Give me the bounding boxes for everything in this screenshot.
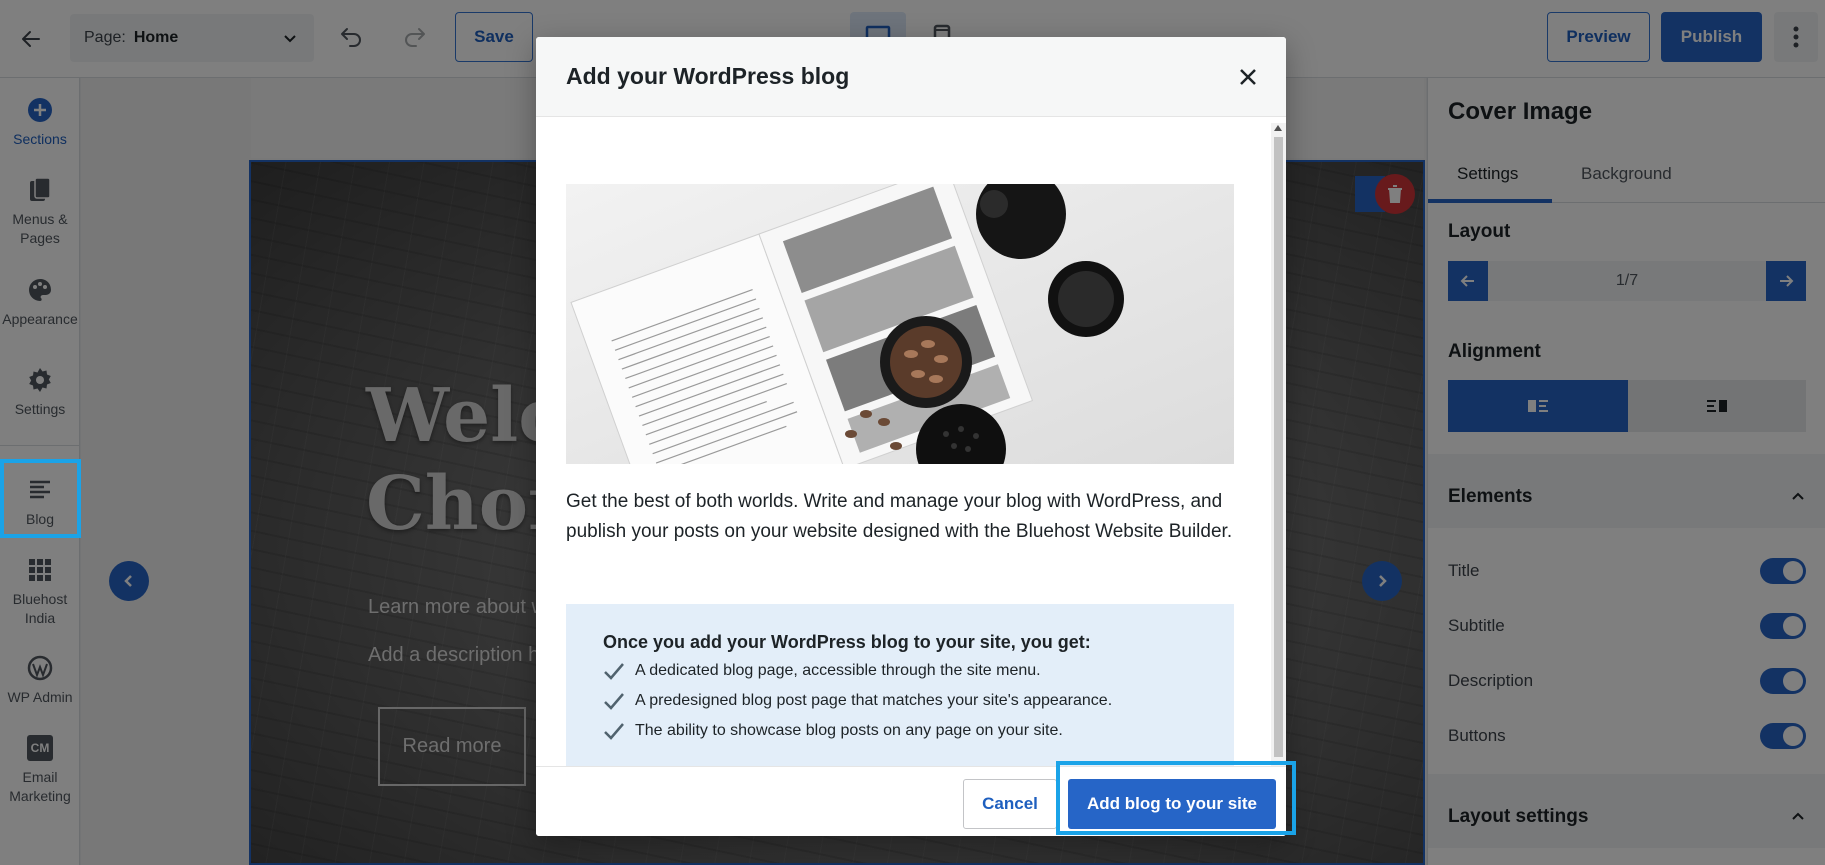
scrollbar-thumb[interactable]: [1274, 137, 1283, 757]
checkmark-icon: [604, 693, 624, 710]
benefit-item: A predesigned blog post page that matche…: [603, 691, 1112, 711]
dialog-title: Add your WordPress blog: [566, 63, 850, 89]
book-and-bowls-illustration: [566, 184, 1234, 464]
dialog-body: Get the best of both worlds. Write and m…: [536, 117, 1272, 803]
checkmark-icon: [604, 723, 624, 740]
close-icon: [1240, 69, 1256, 85]
add-blog-dialog: Add your WordPress blog Get the best of …: [536, 37, 1286, 836]
benefits-title: Once you add your WordPress blog to your…: [603, 632, 1091, 652]
scroll-up-arrow[interactable]: [1274, 125, 1282, 131]
close-dialog-button[interactable]: [1234, 63, 1262, 91]
benefit-text: The ability to showcase blog posts on an…: [635, 722, 1063, 739]
add-blog-highlight-frame: [1056, 761, 1296, 835]
cancel-button[interactable]: Cancel: [963, 779, 1057, 829]
benefit-text: A predesigned blog post page that matche…: [635, 692, 1113, 709]
benefit-text: A dedicated blog page, accessible throug…: [635, 662, 1041, 679]
checkmark-icon: [604, 663, 624, 680]
dialog-intro-text: Get the best of both worlds. Write and m…: [566, 491, 1233, 542]
benefit-item: A dedicated blog page, accessible throug…: [603, 661, 1041, 681]
blog-illustration-image: [566, 184, 1234, 464]
dialog-header: Add your WordPress blog: [536, 37, 1286, 117]
benefit-item: The ability to showcase blog posts on an…: [603, 721, 1063, 741]
blog-highlight-frame: [0, 459, 81, 538]
dialog-scrollbar[interactable]: [1271, 123, 1286, 799]
